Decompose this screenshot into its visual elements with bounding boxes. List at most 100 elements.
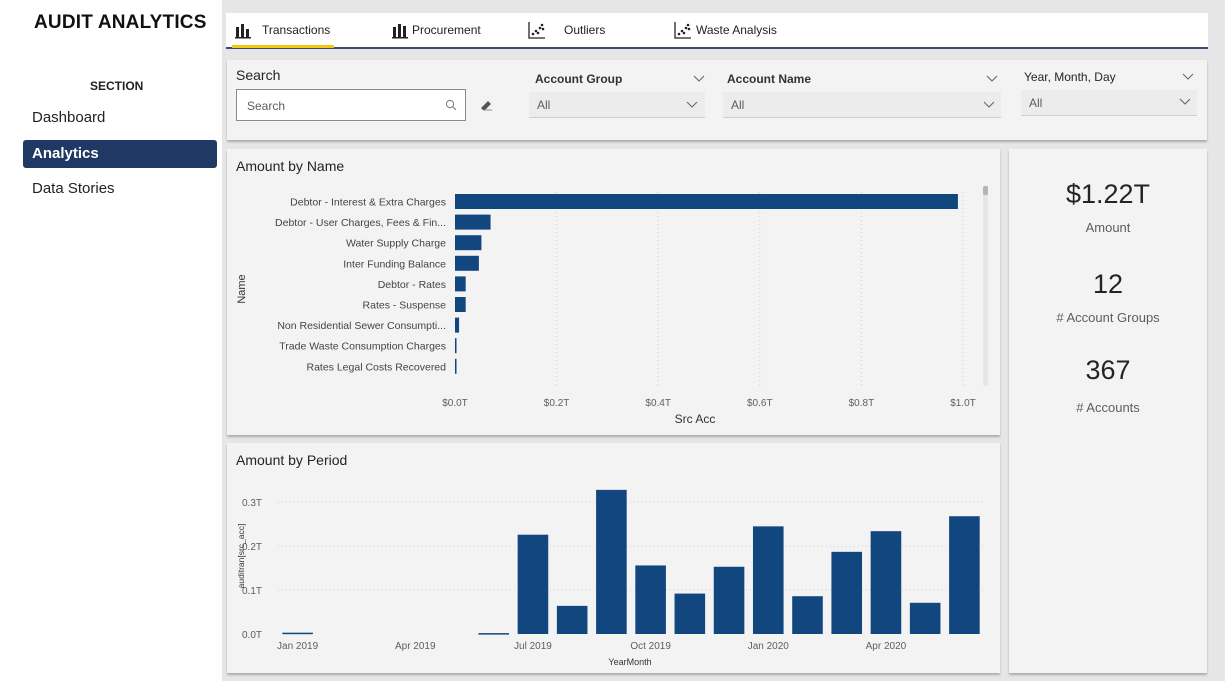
y-axis-title: auditran[src_acc] <box>236 524 246 589</box>
search-input[interactable] <box>247 96 437 116</box>
y-tick-label: Rates Legal Costs Recovered <box>307 361 447 373</box>
account-name-label: Account Name <box>727 72 812 86</box>
bar <box>713 566 745 634</box>
bar <box>792 596 823 634</box>
tab-procurement[interactable]: Procurement <box>391 13 481 47</box>
account-group-value: All <box>537 98 551 112</box>
x-tick-label: $0.6T <box>747 398 773 409</box>
y-axis-title: Name <box>236 274 248 303</box>
scatter-chart-icon <box>674 22 691 39</box>
x-tick-label: $0.0T <box>442 398 468 409</box>
bar <box>455 235 482 251</box>
x-tick-label: $0.4T <box>645 398 671 409</box>
y-tick-label: Inter Funding Balance <box>343 258 446 270</box>
bar <box>596 489 627 634</box>
scatter-chart-icon <box>528 22 545 39</box>
x-axis-title: Src Acc <box>675 412 716 426</box>
tab-waste-analysis[interactable]: Waste Analysis <box>674 13 777 47</box>
x-axis-title: YearMonth <box>608 657 651 667</box>
chevron-down-icon[interactable] <box>1182 73 1194 81</box>
nav-item-dashboard[interactable]: Dashboard <box>23 104 217 132</box>
search-label: Search <box>236 67 281 83</box>
filter-bar: Search Account Group All Account Name Al… <box>227 60 1207 140</box>
date-dropdown[interactable]: All <box>1021 90 1197 116</box>
bar <box>455 358 457 374</box>
tab-label: Outliers <box>564 23 606 37</box>
amount-by-period-card: Amount by Period 0.0T 0.1T 0.2T 0.3T Jan 201… <box>227 443 1000 673</box>
kpi-account-groups-value: 12 <box>1092 269 1124 299</box>
tab-label: Transactions <box>262 23 331 37</box>
nav-section-heading: SECTION <box>90 79 144 93</box>
chevron-down-icon[interactable] <box>693 75 705 83</box>
account-group-dropdown[interactable]: All <box>529 92 705 118</box>
app-root: AUDIT ANALYTICS SECTION Dashboard Analyt… <box>0 0 1225 681</box>
tab-label: Procurement <box>412 23 481 37</box>
app-title: AUDIT ANALYTICS <box>34 12 207 33</box>
nav-item-data-stories[interactable]: Data Stories <box>23 175 217 203</box>
bar <box>478 633 510 635</box>
amount-by-name-card: Amount by Name $0.0T $0.2T $0.4T $0.6T $0.8T… <box>227 149 1000 435</box>
x-tick-label: Apr 2020 <box>866 641 907 652</box>
date-value: All <box>1029 96 1043 110</box>
bar <box>455 194 958 209</box>
bar <box>455 255 479 271</box>
y-tick-label: Debtor - Interest & Extra Charges <box>290 197 446 209</box>
bar <box>831 551 863 634</box>
chevron-down-icon <box>686 101 698 108</box>
kpi-amount-label: Amount <box>1085 220 1131 235</box>
bar <box>556 605 588 634</box>
account-name-dropdown[interactable]: All <box>723 92 1001 118</box>
tab-label: Waste Analysis <box>696 23 777 37</box>
scrollbar-track <box>983 186 988 386</box>
x-tick-label: Oct 2019 <box>630 641 671 652</box>
tab-outliers[interactable]: Outliers <box>528 13 605 47</box>
date-label: Year, Month, Day <box>1024 70 1116 84</box>
x-tick-label: Apr 2019 <box>395 641 436 652</box>
chevron-down-icon <box>1179 98 1191 105</box>
x-tick-label: Jan 2019 <box>277 641 319 652</box>
kpi-accounts-value: 367 <box>1085 355 1131 385</box>
eraser-icon[interactable] <box>480 99 493 111</box>
tab-transactions[interactable]: Transactions <box>231 13 335 48</box>
amount-by-name-chart: $0.0T $0.2T $0.4T $0.6T $0.8T $1.0T Debtor - I… <box>236 186 988 426</box>
kpi-account-groups-label: # Account Groups <box>1056 310 1160 325</box>
bar <box>635 565 666 634</box>
scrollbar-thumb <box>983 186 988 195</box>
bar <box>909 602 941 634</box>
y-tick-label: Non Residential Sewer Consumpti... <box>277 320 446 332</box>
chevron-down-icon <box>983 101 995 108</box>
bar-chart-icon <box>235 24 251 39</box>
x-tick-label: $0.2T <box>544 398 570 409</box>
search-icon[interactable] <box>445 99 457 111</box>
search-box <box>236 89 466 121</box>
bar <box>674 593 706 634</box>
y-tick-label: 0.0T <box>242 630 262 641</box>
bar <box>752 526 784 634</box>
x-tick-label: $1.0T <box>950 398 976 409</box>
account-name-value: All <box>731 98 745 112</box>
nav-item-analytics[interactable]: Analytics <box>23 140 217 168</box>
x-tick-label: Jan 2020 <box>748 641 790 652</box>
bar <box>455 297 466 312</box>
kpi-card: $1.22T Amount 12 # Account Groups 367 # … <box>1009 149 1207 673</box>
bar <box>455 214 491 230</box>
bar <box>870 531 902 634</box>
bar <box>455 317 460 333</box>
bar-chart-icon <box>392 24 408 39</box>
y-tick-label: Rates - Suspense <box>363 300 447 312</box>
y-tick-label: Water Supply Charge <box>346 238 446 250</box>
y-tick-label: Debtor - Rates <box>378 279 446 291</box>
y-tick-label: Debtor - User Charges, Fees & Fin... <box>275 217 446 229</box>
x-tick-label: $0.8T <box>849 398 875 409</box>
bar <box>282 632 313 635</box>
amount-by-period-chart: 0.0T0.1T0.2T0.3TJan 2019 Apr 2019 Jul 2019… <box>236 489 984 667</box>
page-tab-bar: Transactions Procurement Outliers Waste … <box>226 13 1208 49</box>
kpi-accounts-label: # Accounts <box>1076 400 1140 415</box>
bar <box>455 338 457 354</box>
bar <box>517 534 549 634</box>
bar <box>949 516 980 634</box>
chevron-down-icon[interactable] <box>986 75 998 83</box>
kpi-amount-value: $1.22T <box>1065 179 1151 209</box>
bar <box>455 276 466 292</box>
x-tick-label: Jul 2019 <box>514 641 552 652</box>
